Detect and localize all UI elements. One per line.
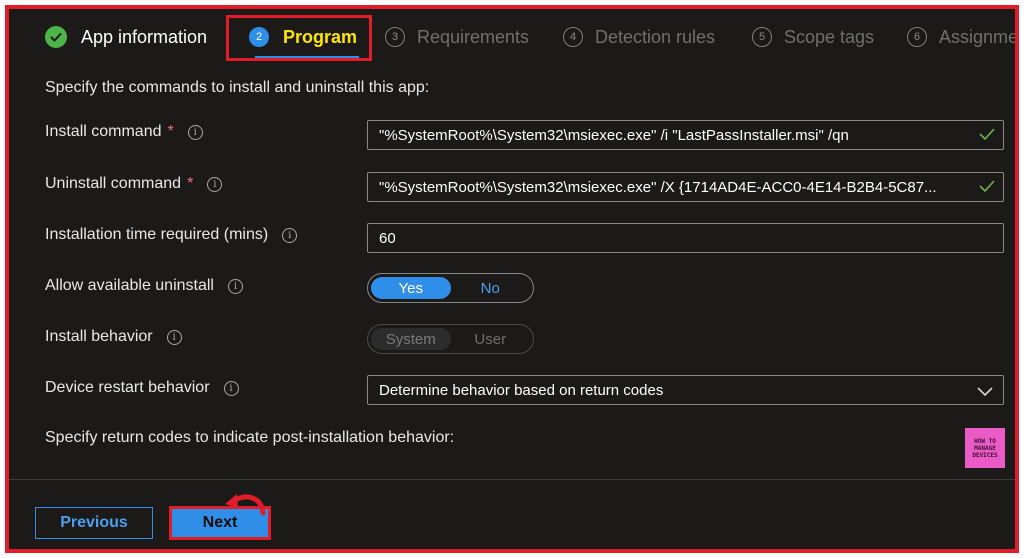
restart-behavior-value: Determine behavior based on return codes [379,381,664,399]
installation-time-label: Installation time required (mins) i [45,226,298,244]
info-icon[interactable]: i [187,124,203,140]
uninstall-command-value: "%SystemRoot%\System32\msiexec.exe" /X {… [379,178,937,196]
tab-requirements[interactable]: 3 Requirements [385,22,529,52]
toggle-option-no[interactable]: No [451,277,531,299]
required-mark: * [167,123,174,140]
return-codes-text: Specify return codes to indicate post-in… [45,429,455,446]
info-icon[interactable]: i [223,380,239,396]
app-program-page: App information 2 Program 3 Requirements… [9,9,1015,549]
chevron-down-icon [977,384,993,401]
install-command-input[interactable]: "%SystemRoot%\System32\msiexec.exe" /i "… [367,120,1004,150]
label-text: Install behavior [45,328,153,345]
restart-behavior-label: Device restart behavior i [45,379,239,397]
checkmark-icon [979,179,995,197]
step-number: 4 [563,27,583,47]
label-text: Allow available uninstall [45,277,214,294]
step-number: 2 [249,27,269,47]
previous-button[interactable]: Previous [35,507,153,539]
installation-time-value: 60 [379,229,396,247]
required-mark: * [187,175,194,192]
info-icon[interactable]: i [207,176,223,192]
check-circle-icon [45,26,67,48]
logo-line: MANAGE [974,444,996,452]
how-to-manage-devices-logo: HOW TO MANAGE DEVICES [965,428,1005,468]
step-number: 5 [752,27,772,47]
toggle-option-system: System [371,328,451,350]
logo-line: DEVICES [972,451,998,459]
step-number: 6 [907,27,927,47]
restart-behavior-dropdown[interactable]: Determine behavior based on return codes [367,375,1004,405]
install-command-label: Install command * i [45,123,203,141]
logo-line: HOW TO [974,437,996,445]
uninstall-command-label: Uninstall command * i [45,175,223,193]
tab-label: Scope tags [784,26,875,47]
info-icon[interactable]: i [282,227,298,243]
info-icon[interactable]: i [166,329,182,345]
allow-uninstall-label: Allow available uninstall i [45,277,243,295]
installation-time-input[interactable]: 60 [367,223,1004,253]
install-behavior-toggle: System User [367,324,534,354]
active-tab-underline [255,56,359,58]
tab-scope-tags[interactable]: 5 Scope tags [752,22,874,52]
info-icon[interactable]: i [227,278,243,294]
label-text: Installation time required (mins) [45,226,269,243]
checkmark-icon [979,127,995,145]
tab-label: App information [81,26,208,47]
tab-label: Requirements [417,26,530,47]
screenshot-frame: App information 2 Program 3 Requirements… [5,5,1019,553]
label-text: Device restart behavior [45,379,210,396]
install-command-value: "%SystemRoot%\System32\msiexec.exe" /i "… [379,126,849,144]
tab-detection-rules[interactable]: 4 Detection rules [563,22,715,52]
footer-divider [9,479,1015,480]
label-text: Install command [45,123,162,140]
tab-label: Assignme [939,26,1019,47]
tab-label: Program [283,26,358,47]
toggle-option-yes[interactable]: Yes [371,277,451,299]
install-behavior-label: Install behavior i [45,328,182,346]
label-text: Uninstall command [45,175,182,192]
step-number: 3 [385,27,405,47]
curved-arrow-icon [225,494,266,516]
section-intro: Specify the commands to install and unin… [45,79,430,96]
tab-app-information[interactable]: App information [45,22,207,52]
tab-label: Detection rules [595,26,716,47]
toggle-option-user: User [474,330,507,348]
allow-uninstall-toggle[interactable]: Yes No [367,273,534,303]
tab-program[interactable]: 2 Program [249,22,357,52]
uninstall-command-input[interactable]: "%SystemRoot%\System32\msiexec.exe" /X {… [367,172,1004,202]
tab-assignments[interactable]: 6 Assignme [907,22,1019,52]
